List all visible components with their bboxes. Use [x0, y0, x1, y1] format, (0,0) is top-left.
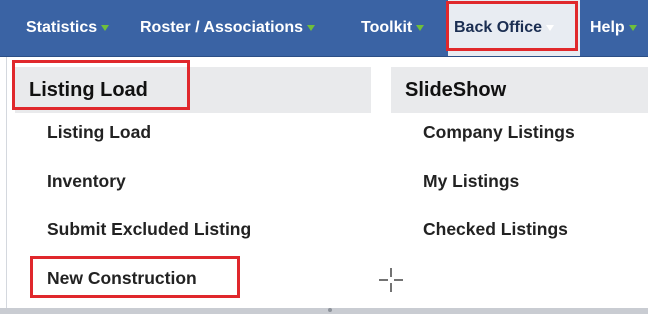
menu-link-submit-excluded-listing[interactable]: Submit Excluded Listing [47, 219, 251, 240]
column-header-listing-load: Listing Load [15, 67, 371, 113]
column-header-slideshow: SlideShow [391, 67, 648, 113]
nav-item-roster-associations[interactable]: Roster / Associations [140, 0, 316, 56]
menu-link-my-listings[interactable]: My Listings [423, 171, 519, 192]
nav-item-label: Toolkit [361, 19, 413, 36]
dropdown-arrow-icon [416, 25, 425, 31]
menu-link-company-listings[interactable]: Company Listings [423, 122, 575, 143]
panel-bottom-border [0, 308, 648, 314]
resize-handle-icon [328, 308, 332, 312]
nav-item-label: Statistics [26, 19, 98, 36]
nav-item-help[interactable]: Help [590, 0, 637, 56]
nav-item-label: Roster / Associations [140, 19, 304, 36]
menu-link-listing-load[interactable]: Listing Load [47, 122, 151, 143]
menu-link-new-construction[interactable]: New Construction [47, 268, 197, 289]
column-header-label: SlideShow [405, 78, 507, 101]
back-office-dropdown: Listing Load SlideShow Listing Load Inve… [6, 57, 648, 314]
main-navbar: Statistics Roster / Associations Toolkit… [0, 0, 648, 57]
nav-item-back-office[interactable]: Back Office [448, 0, 580, 56]
nav-item-label: Back Office [454, 19, 543, 36]
dropdown-arrow-icon [546, 25, 555, 31]
menu-link-inventory[interactable]: Inventory [47, 171, 126, 192]
dropdown-arrow-icon [101, 25, 110, 31]
nav-item-label: Help [590, 19, 625, 36]
dropdown-arrow-icon [307, 25, 316, 31]
column-header-label: Listing Load [29, 78, 148, 101]
dropdown-arrow-icon [628, 25, 637, 31]
nav-item-toolkit[interactable]: Toolkit [361, 0, 425, 56]
nav-item-statistics[interactable]: Statistics [26, 0, 110, 56]
menu-link-checked-listings[interactable]: Checked Listings [423, 219, 568, 240]
crosshair-cursor-icon [379, 268, 403, 292]
